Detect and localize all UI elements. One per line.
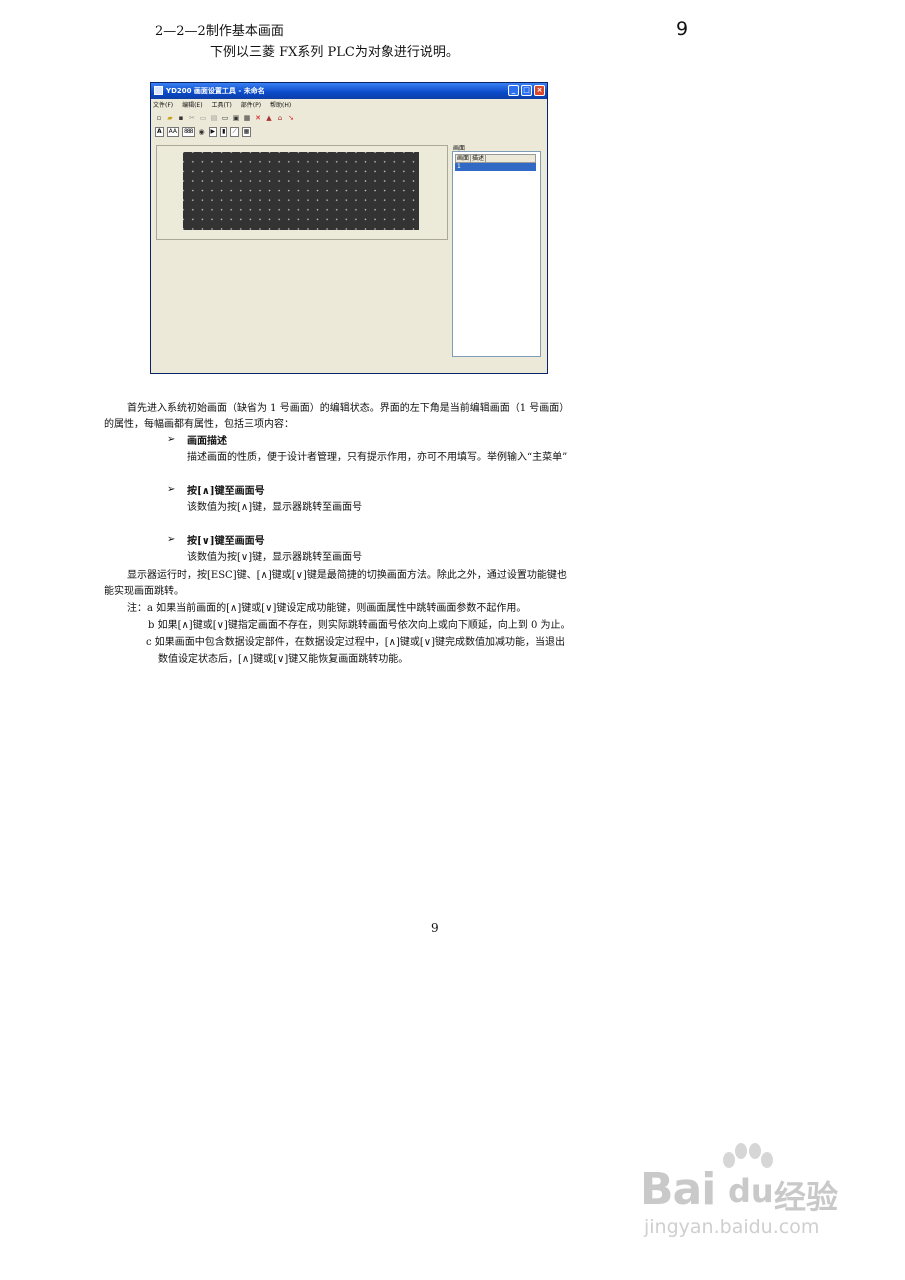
open-screen-icon[interactable]: ▣ [232,114,240,122]
watermark-url: jingyan.baidu.com [644,1216,820,1238]
lamp-icon[interactable]: ◉ [198,128,206,136]
bullet-desc-down-key: 该数值为按[∨]键，显示器跳转至画面号 [187,552,363,563]
new-screen-icon[interactable]: ▭ [221,114,229,122]
parts-toolbar: A AA 888 ◉ ▶ ▮ ⟋ ▦ [155,126,252,137]
menu-tools[interactable]: 工具(T) [211,102,231,109]
bullet-desc-description: 描述画面的性质，便于设计者管理，只有提示作用，亦可不用填写。举例输入“主菜单” [187,452,568,463]
large-text-tool-button[interactable]: AA [166,126,180,137]
home-icon[interactable]: ⌂ [276,114,284,122]
menu-edit[interactable]: 编辑(E) [182,102,202,109]
note-b: b 如果[∧]键或[∨]键指定画面不存在，则实际跳转画面号依次向上或向下顺延，向… [148,620,571,631]
section-title: 2—2—2制作基本画面 [155,24,284,39]
screen-list-panel: 画面 描述 1 [452,151,541,357]
maximize-icon[interactable]: □ [521,85,532,96]
menu-help[interactable]: 帮助(H) [270,102,291,109]
calendar-icon[interactable]: ▦ [241,126,252,137]
minimize-icon[interactable]: _ [508,85,519,96]
watermark-brand: Bai [640,1164,716,1215]
bullet-title-down-key: 按[∨]键至画面号 [187,536,265,547]
main-toolbar: ▫ ▰ ▪ ✂ ▭ ▤ ▭ ▣ ▦ ✕ ▲ ⌂ ➘ [155,112,295,123]
arrow-icon[interactable]: ➘ [287,114,295,122]
watermark-jingyan: 经验 [774,1178,839,1216]
column-description: 描述 [472,155,487,163]
bar-graph-icon[interactable]: ▮ [220,126,228,137]
menu-file[interactable]: 文件(F) [153,102,173,109]
bullet-arrow-icon: ➢ [167,534,176,545]
note-c-line2: 数值设定状态后，[∧]键或[∨]键又能恢复画面跳转功能。 [158,654,409,665]
save-icon[interactable]: ▪ [177,114,185,122]
baidu-jingyan-watermark: Bai du 经验 jingyan.baidu.com [640,1142,855,1247]
copy-icon[interactable]: ▭ [199,114,207,122]
bullet-arrow-icon: ➢ [167,484,176,495]
trend-graph-icon[interactable]: ⟋ [230,126,239,137]
cut-icon[interactable]: ✂ [188,114,196,122]
screen-tool-window: YD200 画面设置工具 - 未命名 _ □ × 文件(F) 编辑(E) 工具(… [150,82,548,374]
menu-parts[interactable]: 部件(P) [241,102,261,109]
run-paragraph-line1: 显示器运行时，按[ESC]键、[∧]键或[∨]键是最简捷的切换画面方法。除此之外… [127,570,567,581]
note-a: 注：a 如果当前画面的[∧]键或[∨]键设定成功能键，则画面属性中跳转画面参数不… [127,603,527,614]
close-icon[interactable]: × [534,85,545,96]
column-screen: 画面 [457,155,472,163]
screen-list-header: 画面 描述 [455,154,536,163]
menu-bar: 文件(F) 编辑(E) 工具(T) 部件(P) 帮助(H) [153,100,298,110]
section-subtitle: 下例以三菱 FX系列 PLC为对象进行说明。 [210,45,459,60]
edit-workspace [156,145,448,240]
numeric-display-button[interactable]: 888 [182,126,195,137]
copy-screen-icon[interactable]: ▦ [243,114,251,122]
app-icon [154,86,163,95]
window-title: YD200 画面设置工具 - 未命名 [166,87,265,95]
intro-paragraph-line2: 的属性，每幅画都有属性，包括三项内容： [104,419,294,430]
bullet-title-up-key: 按[∧]键至画面号 [187,486,265,497]
run-paragraph-line2: 能实现画面跳转。 [104,586,184,597]
note-c-line1: c 如果画面中包含数据设定部件，在数据设定过程中，[∧]键或[∨]键完成数值加减… [146,637,566,648]
screen-list-row[interactable]: 1 [455,163,536,171]
corner-page-number: 9 [676,18,689,40]
download-icon[interactable]: ▲ [265,114,273,122]
bullet-arrow-icon: ➢ [167,434,176,445]
window-titlebar: YD200 画面设置工具 - 未命名 _ □ × [151,83,547,99]
bullet-desc-up-key: 该数值为按[∧]键，显示器跳转至画面号 [187,502,363,513]
page-number: 9 [431,921,439,935]
bullet-title-description: 画面描述 [187,436,227,447]
intro-paragraph-line1: 首先进入系统初始画面（缺省为 1 号画面）的编辑状态。界面的左下角是当前编辑画面… [127,403,570,414]
watermark-brand-du: du [728,1172,774,1210]
paste-icon[interactable]: ▤ [210,114,218,122]
function-key-icon[interactable]: ▶ [208,126,218,137]
text-tool-button[interactable]: A [155,126,164,137]
open-folder-icon[interactable]: ▰ [166,114,174,122]
delete-icon[interactable]: ✕ [254,114,262,122]
lcd-screen-canvas[interactable] [183,152,419,230]
new-file-icon[interactable]: ▫ [155,114,163,122]
